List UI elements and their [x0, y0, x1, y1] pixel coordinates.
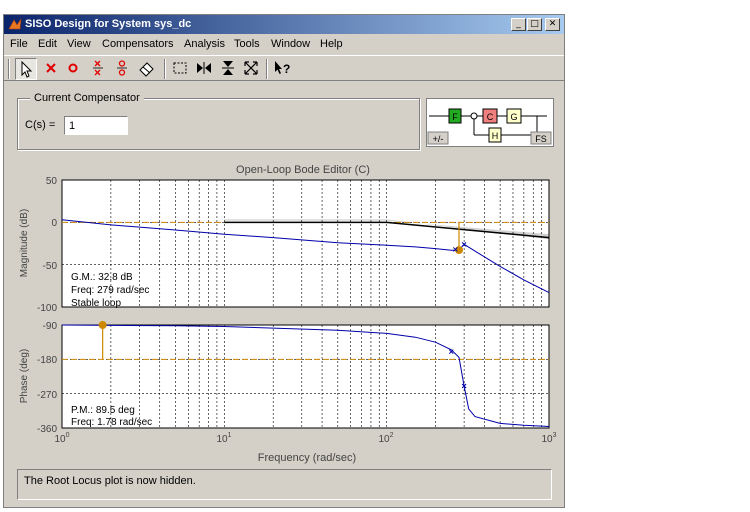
zoom-y-icon — [222, 61, 234, 75]
add-zero-button[interactable] — [63, 58, 85, 80]
bode-editor-plot[interactable]: Open-Loop Bode Editor (C) Magnitude (dB)… — [4, 155, 564, 467]
phase-margin-freq-text: Freq: 1.78 rad/sec — [71, 417, 152, 428]
block-c-label: C — [487, 112, 494, 122]
compensator-label: C(s) = — [25, 119, 56, 131]
block-diagram[interactable]: F C G H +/- FS — [426, 98, 554, 147]
select-tool-button[interactable] — [15, 58, 37, 80]
fs-button-label: FS — [535, 134, 547, 144]
compensator-legend: Current Compensator — [30, 92, 144, 104]
add-complex-pole-icon — [93, 60, 103, 76]
menu-bar: File Edit View Compensators Analysis Too… — [4, 35, 564, 53]
toolbar: ? — [4, 55, 564, 81]
phase-axes[interactable] — [61, 324, 550, 429]
add-zero-icon — [68, 63, 78, 73]
matlab-icon — [8, 18, 22, 30]
xtick-1e2: 102 — [378, 432, 393, 445]
svg-text:?: ? — [283, 62, 290, 76]
zoom-y-button[interactable] — [218, 58, 240, 80]
phase-ylabel: Phase (deg) — [19, 349, 30, 403]
menu-help[interactable]: Help — [320, 38, 343, 50]
block-f-label: F — [452, 112, 458, 122]
block-h-label: H — [492, 131, 499, 141]
title-bar[interactable]: SISO Design for System sys_dc _ □ ✕ — [4, 15, 564, 34]
phase-ytick-minus270: -270 — [37, 390, 57, 401]
magnitude-ylabel: Magnitude (dB) — [19, 209, 30, 277]
add-pole-button[interactable] — [41, 58, 63, 80]
toolbar-separator-2 — [266, 59, 268, 79]
add-complex-zero-icon — [117, 60, 127, 76]
plot-xlabel: Frequency (rad/sec) — [258, 452, 356, 464]
mag-ytick-minus100: -100 — [37, 303, 57, 314]
status-bar: The Root Locus plot is now hidden. — [17, 469, 552, 500]
toolbar-separator — [164, 59, 166, 79]
add-complex-pole-button[interactable] — [88, 58, 110, 80]
zoom-x-icon — [197, 62, 211, 74]
phase-margin-marker — [98, 321, 107, 329]
eraser-button[interactable] — [137, 58, 159, 80]
select-icon — [21, 60, 33, 78]
xtick-1e3: 103 — [541, 432, 556, 445]
menu-file[interactable]: File — [10, 38, 28, 50]
menu-analysis[interactable]: Analysis — [184, 38, 225, 50]
status-text: The Root Locus plot is now hidden. — [24, 475, 196, 487]
mag-ytick-minus50: -50 — [43, 261, 58, 272]
fit-button[interactable] — [241, 58, 263, 80]
minimize-button[interactable]: _ — [511, 18, 526, 31]
zoom-box-icon — [173, 62, 187, 74]
gain-margin-freq-text: Freq: 279 rad/sec — [71, 285, 149, 296]
sign-button-label: +/- — [433, 134, 444, 144]
whats-this-button[interactable]: ? — [272, 58, 294, 80]
gain-margin-text: G.M.: 32.8 dB — [71, 272, 133, 283]
whats-this-icon: ? — [275, 61, 290, 76]
phase-ytick-minus90: -90 — [43, 321, 58, 332]
menu-edit[interactable]: Edit — [38, 38, 57, 50]
compensator-input[interactable] — [64, 116, 128, 135]
menu-tools[interactable]: Tools — [234, 38, 260, 50]
phase-margin-text: P.M.: 89.5 deg — [71, 405, 135, 416]
menu-view[interactable]: View — [67, 38, 91, 50]
add-pole-icon — [46, 63, 56, 73]
stability-text: Stable loop — [71, 298, 121, 309]
zoom-box-button[interactable] — [170, 58, 192, 80]
fit-icon — [244, 61, 258, 75]
siso-design-window: SISO Design for System sys_dc _ □ ✕ File… — [3, 14, 565, 508]
phase-ytick-minus180: -180 — [37, 355, 57, 366]
eraser-icon — [139, 62, 154, 77]
block-g-label: G — [510, 112, 517, 122]
close-button[interactable]: ✕ — [545, 18, 560, 31]
xtick-1e1: 101 — [216, 432, 231, 445]
add-complex-zero-button[interactable] — [112, 58, 134, 80]
mag-ytick-0: 0 — [51, 218, 57, 229]
toolbar-grip — [8, 59, 10, 79]
feedback-diagram: F C G H +/- FS — [427, 108, 552, 145]
xtick-1e0: 100 — [54, 432, 69, 445]
menu-compensators[interactable]: Compensators — [102, 38, 174, 50]
plot-title: Open-Loop Bode Editor (C) — [236, 164, 370, 176]
mag-ytick-50: 50 — [46, 176, 58, 187]
maximize-button[interactable]: □ — [527, 18, 542, 31]
window-title: SISO Design for System sys_dc — [25, 18, 192, 30]
zoom-x-button[interactable] — [194, 58, 216, 80]
menu-window[interactable]: Window — [271, 38, 310, 50]
